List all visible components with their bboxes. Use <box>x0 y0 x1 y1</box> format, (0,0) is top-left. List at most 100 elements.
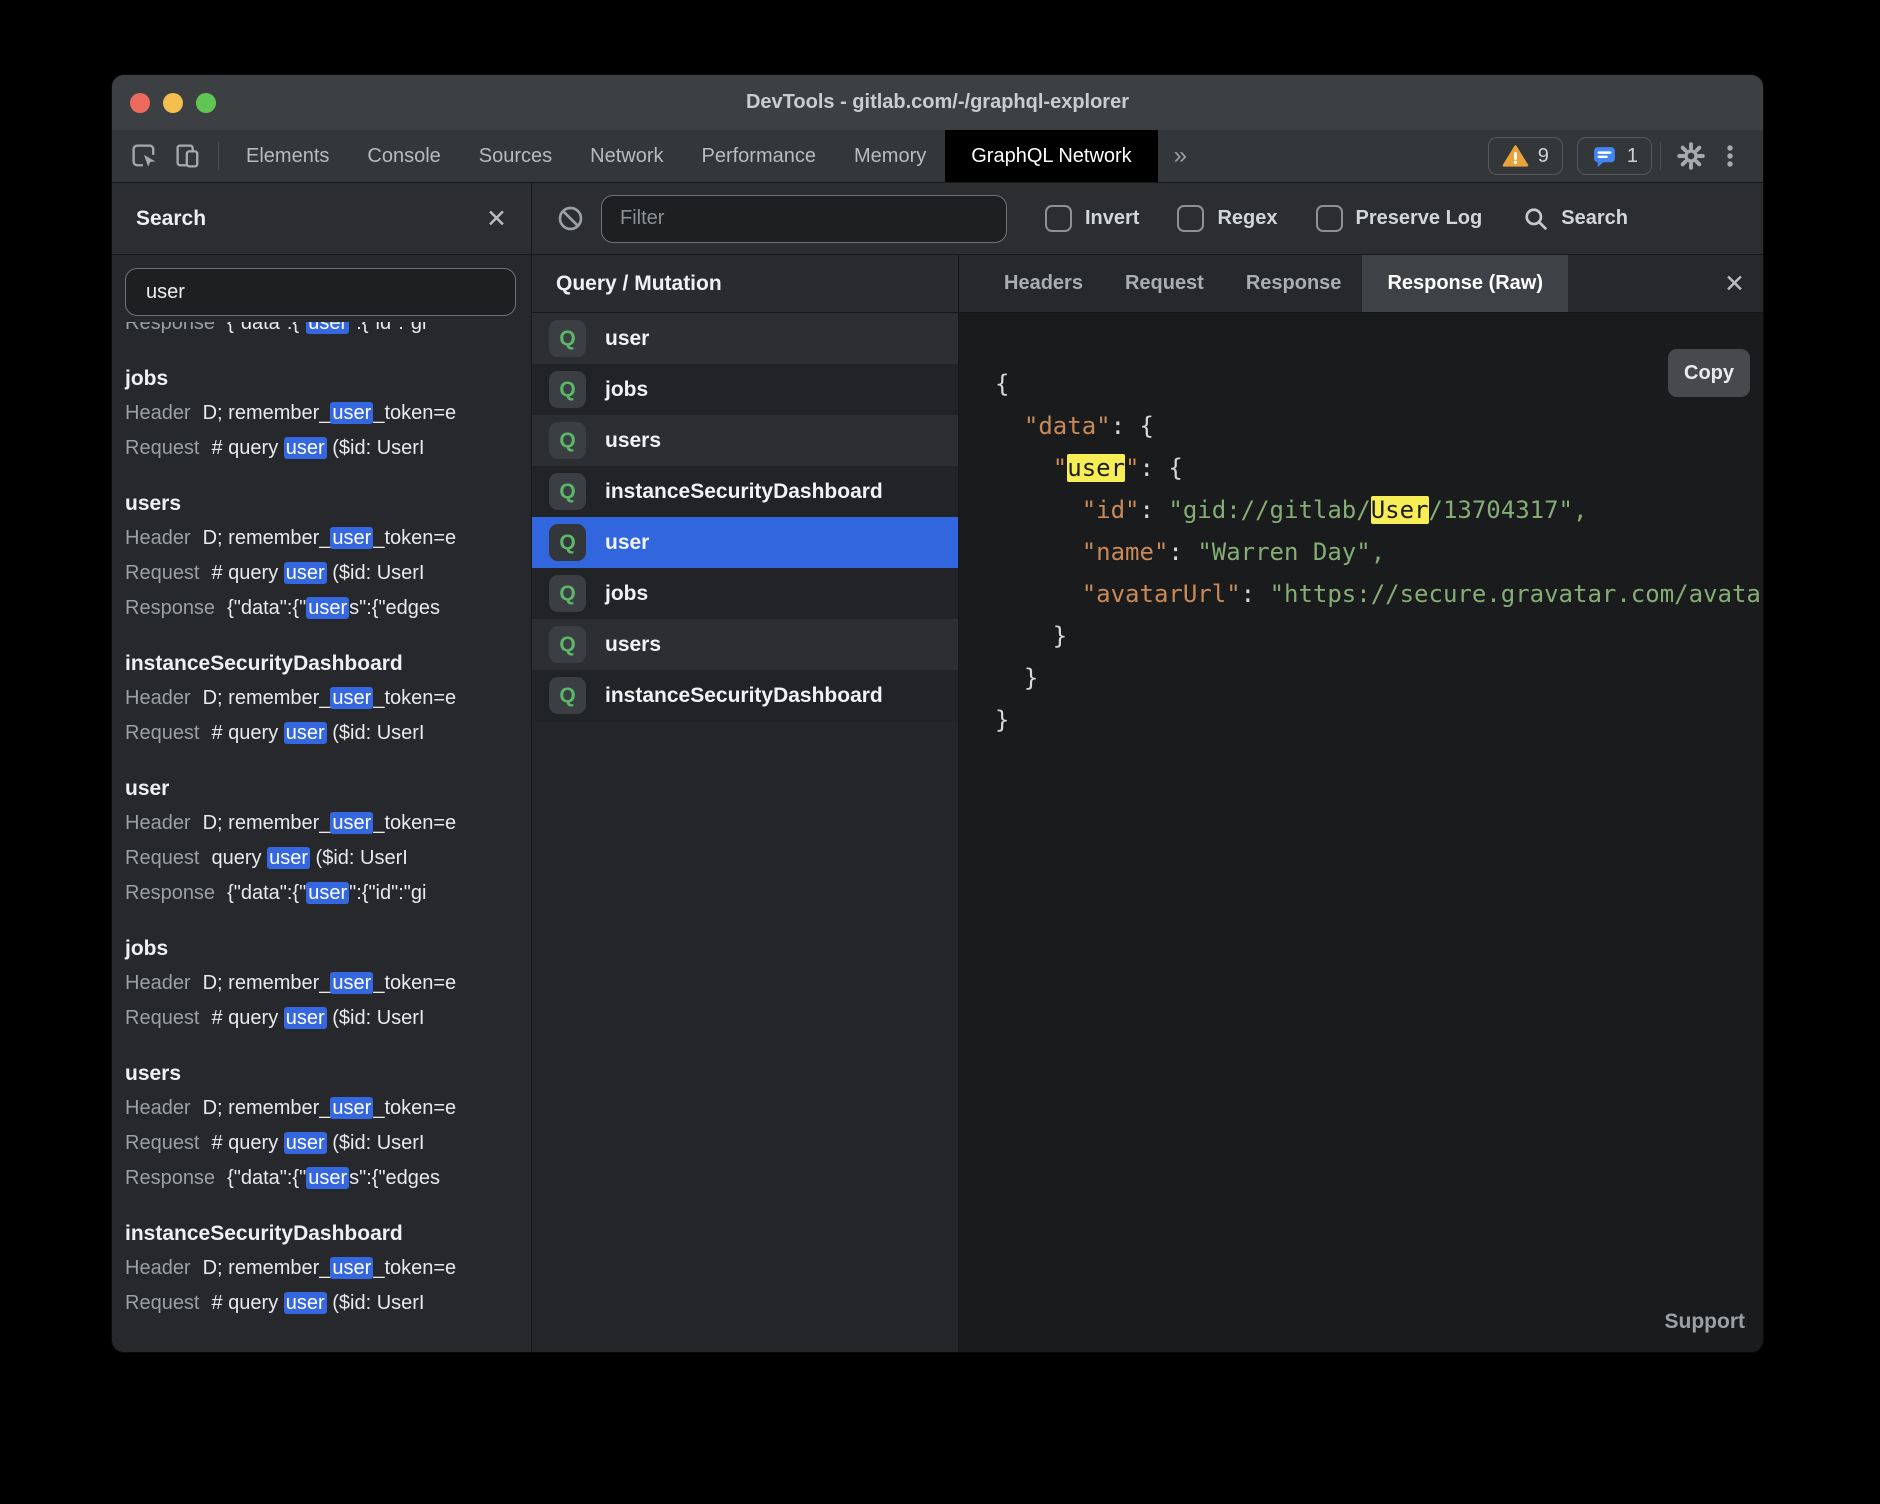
search-result-line[interactable]: Request# query user ($id: UserI <box>125 431 531 466</box>
search-result-line[interactable]: Response{"data":{"user":{"id":"gi <box>125 322 531 341</box>
close-search-panel-icon[interactable]: ✕ <box>486 204 507 233</box>
search-match-highlight: user <box>306 322 349 334</box>
close-detail-icon[interactable]: ✕ <box>1724 255 1745 312</box>
query-list-panel: Query / Mutation QuserQjobsQusersQinstan… <box>532 255 959 1352</box>
devtools-tab-network[interactable]: Network <box>571 130 682 182</box>
search-result-text: _token=e <box>373 402 456 424</box>
devtools-tab-performance[interactable]: Performance <box>683 130 836 182</box>
search-result-line[interactable]: HeaderD; remember_user_token=e <box>125 1251 531 1286</box>
search-result-group: userHeaderD; remember_user_token=eReques… <box>125 773 531 911</box>
search-result-group: jobsHeaderD; remember_user_token=eReques… <box>125 363 531 466</box>
warnings-badge[interactable]: 9 <box>1488 137 1563 175</box>
clear-log-icon[interactable] <box>556 204 585 233</box>
query-list-item-users[interactable]: Qusers <box>532 619 958 670</box>
search-result-text: ($id: UserI <box>327 1292 425 1314</box>
more-tabs-chevron-icon[interactable]: » <box>1158 130 1203 182</box>
search-result-group-name[interactable]: instanceSecurityDashboard <box>125 648 531 679</box>
search-toggle[interactable]: Search <box>1522 205 1628 233</box>
checkbox-preserve-log[interactable]: Preserve Log <box>1316 205 1483 232</box>
query-list-item-jobs[interactable]: Qjobs <box>532 364 958 415</box>
toolbar-divider <box>1660 142 1661 170</box>
search-result-line[interactable]: HeaderD; remember_user_token=e <box>125 521 531 556</box>
search-result-line[interactable]: Response{"data":{"user":{"id":"gi <box>125 876 531 911</box>
search-result-line[interactable]: HeaderD; remember_user_token=e <box>125 681 531 716</box>
query-type-badge: Q <box>549 626 586 663</box>
settings-gear-icon[interactable] <box>1669 130 1713 182</box>
window-title: DevTools - gitlab.com/-/graphql-explorer <box>746 91 1129 114</box>
search-result-text: D; remember_ <box>203 812 331 834</box>
search-result-line[interactable]: HeaderD; remember_user_token=e <box>125 966 531 1001</box>
search-result-line[interactable]: Request# query user ($id: UserI <box>125 556 531 591</box>
search-result-group: jobsHeaderD; remember_user_token=eReques… <box>125 933 531 1036</box>
devtools-tab-console[interactable]: Console <box>348 130 459 182</box>
search-result-group-name[interactable]: jobs <box>125 363 531 394</box>
query-list-item-jobs[interactable]: Qjobs <box>532 568 958 619</box>
search-result-line[interactable]: HeaderD; remember_user_token=e <box>125 806 531 841</box>
more-options-icon[interactable] <box>1713 130 1747 182</box>
search-result-line[interactable]: Request# query user ($id: UserI <box>125 1126 531 1161</box>
search-result-group-name[interactable]: user <box>125 773 531 804</box>
json-search-highlight: user <box>1067 454 1125 482</box>
search-result-group: instanceSecurityDashboardHeaderD; rememb… <box>125 1218 531 1321</box>
checkbox-regex[interactable]: Regex <box>1177 205 1277 232</box>
search-result-group-name[interactable]: jobs <box>125 933 531 964</box>
minimize-window-button[interactable] <box>163 93 183 113</box>
response-tab-headers[interactable]: Headers <box>983 255 1104 312</box>
devtools-tab-memory[interactable]: Memory <box>835 130 945 182</box>
json-token: "data" <box>1024 412 1111 440</box>
query-list-item-label: user <box>605 327 649 351</box>
search-result-line-label: Request <box>125 1292 200 1314</box>
search-result-line-label: Request <box>125 1007 200 1029</box>
support-link[interactable]: Support <box>1665 1310 1745 1334</box>
response-tab-request[interactable]: Request <box>1104 255 1225 312</box>
query-type-badge: Q <box>549 473 586 510</box>
query-type-badge: Q <box>549 422 586 459</box>
search-result-line-label: Request <box>125 437 200 459</box>
maximize-window-button[interactable] <box>196 93 216 113</box>
json-token: : <box>1241 580 1270 608</box>
checkbox-invert[interactable]: Invert <box>1045 205 1139 232</box>
response-tab-response-raw[interactable]: Response (Raw) <box>1362 255 1568 312</box>
search-result-text: ($id: UserI <box>327 1132 425 1154</box>
search-result-line[interactable]: Response{"data":{"users":{"edges <box>125 591 531 626</box>
search-result-line[interactable]: Request# query user ($id: UserI <box>125 1001 531 1036</box>
search-result-line[interactable]: Request# query user ($id: UserI <box>125 716 531 751</box>
search-result-text: D; remember_ <box>203 972 331 994</box>
filter-input[interactable] <box>601 195 1007 243</box>
query-list-header: Query / Mutation <box>532 255 958 313</box>
json-response-code: { "data": { "user": { "id": "gid://gitla… <box>995 363 1763 741</box>
json-token: } <box>995 706 1009 734</box>
search-match-highlight: user <box>284 1132 327 1154</box>
search-panel-body: Response{"data":{"user":{"id":"gijobsHea… <box>112 255 531 1352</box>
query-list-item-instancesecuritydashboard[interactable]: QinstanceSecurityDashboard <box>532 670 958 721</box>
json-token: " <box>1125 454 1139 482</box>
close-window-button[interactable] <box>130 93 150 113</box>
devtools-tab-graphql-network[interactable]: GraphQL Network <box>945 130 1157 182</box>
search-result-group-name[interactable]: users <box>125 488 531 519</box>
query-list-item-users[interactable]: Qusers <box>532 415 958 466</box>
inspect-element-icon[interactable] <box>122 130 166 182</box>
search-result-group-name[interactable]: instanceSecurityDashboard <box>125 1218 531 1249</box>
search-input[interactable] <box>125 268 516 316</box>
search-result-line[interactable]: HeaderD; remember_user_token=e <box>125 396 531 431</box>
query-list-item-user[interactable]: Quser <box>532 517 958 568</box>
query-list-item-instancesecuritydashboard[interactable]: QinstanceSecurityDashboard <box>532 466 958 517</box>
search-result-line[interactable]: HeaderD; remember_user_token=e <box>125 1091 531 1126</box>
json-token: "avatarUrl" <box>1082 580 1241 608</box>
response-tab-response[interactable]: Response <box>1225 255 1363 312</box>
search-result-text: # query <box>212 562 284 584</box>
devtools-tab-sources[interactable]: Sources <box>460 130 571 182</box>
json-token: } <box>995 664 1038 692</box>
search-result-line-label: Request <box>125 847 200 869</box>
query-type-badge: Q <box>549 524 586 561</box>
query-list-item-user[interactable]: Quser <box>532 313 958 364</box>
search-result-text: ($id: UserI <box>310 847 408 869</box>
device-toolbar-icon[interactable] <box>166 130 210 182</box>
messages-badge[interactable]: 1 <box>1577 137 1652 175</box>
search-result-group-name[interactable]: users <box>125 1058 531 1089</box>
search-result-line[interactable]: Request# query user ($id: UserI <box>125 1286 531 1321</box>
search-result-line[interactable]: Response{"data":{"users":{"edges <box>125 1161 531 1196</box>
devtools-toolbar: ElementsConsoleSourcesNetworkPerformance… <box>112 130 1763 183</box>
devtools-tab-elements[interactable]: Elements <box>227 130 348 182</box>
search-result-line[interactable]: Requestquery user ($id: UserI <box>125 841 531 876</box>
